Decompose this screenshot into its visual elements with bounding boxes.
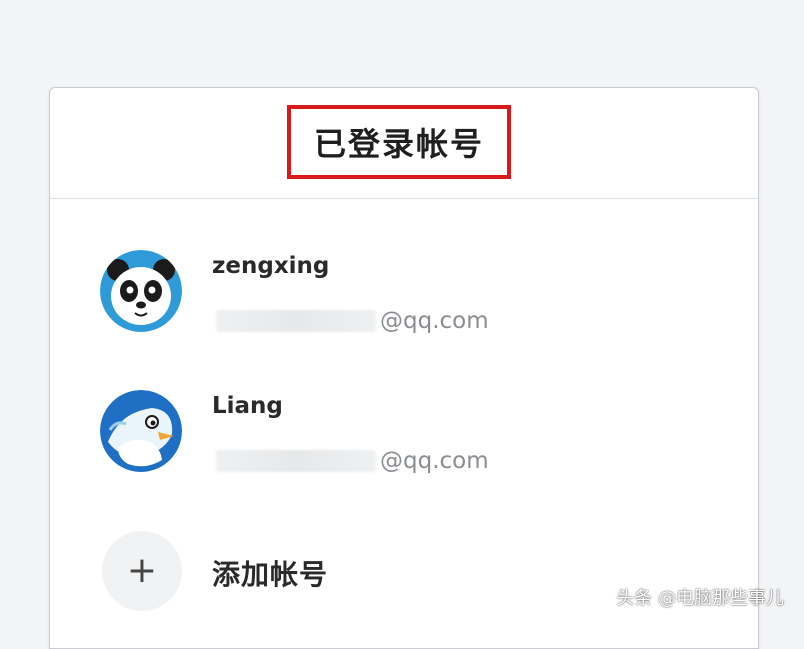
account-name: zengxing bbox=[212, 253, 330, 279]
logged-in-accounts-panel: 已登录帐号 zengxing @qq.com Liang @qq.com + 添… bbox=[49, 87, 759, 649]
account-item-zengxing[interactable]: zengxing @qq.com bbox=[50, 243, 758, 343]
panel-header: 已登录帐号 bbox=[50, 88, 758, 199]
plus-glyph: + bbox=[126, 550, 158, 591]
account-email: @qq.com bbox=[216, 447, 489, 475]
account-item-liang[interactable]: Liang @qq.com bbox=[50, 383, 758, 483]
title-highlight-box: 已登录帐号 bbox=[287, 105, 511, 179]
email-masked-part bbox=[216, 450, 376, 472]
email-masked-part bbox=[216, 310, 376, 332]
penguin-avatar-icon bbox=[100, 390, 182, 472]
email-domain: @qq.com bbox=[380, 448, 489, 474]
email-domain: @qq.com bbox=[380, 308, 489, 334]
watermark-text: 头条 @电脑那些事儿 bbox=[616, 588, 784, 609]
panel-title: 已登录帐号 bbox=[313, 125, 484, 163]
add-account-label: 添加帐号 bbox=[212, 558, 329, 591]
account-email: @qq.com bbox=[216, 307, 489, 335]
panda-avatar-icon bbox=[100, 250, 182, 332]
account-name: Liang bbox=[212, 393, 283, 419]
plus-icon[interactable]: + bbox=[102, 531, 182, 611]
